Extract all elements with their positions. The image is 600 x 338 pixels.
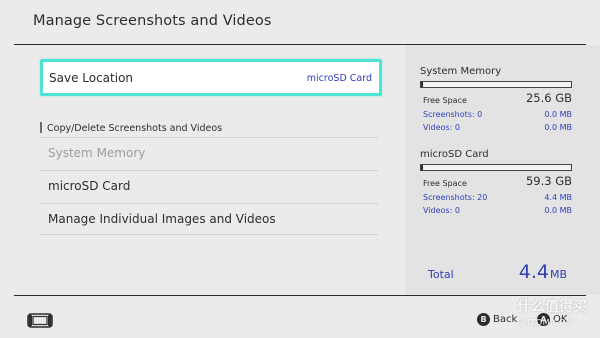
section-marker — [40, 122, 42, 133]
menu-item-system-memory[interactable]: System Memory — [40, 137, 378, 169]
menu-item-label: System Memory — [48, 146, 146, 160]
settings-list: Save Location microSD Card Copy/Delete S… — [0, 45, 406, 295]
save-location-option[interactable]: Save Location microSD Card — [40, 59, 382, 96]
free-space-value: 59.3 GB — [525, 174, 572, 188]
page-title: Manage Screenshots and Videos — [33, 13, 272, 29]
storage-microsd-card: microSD Card Free Space 59.3 GB Screensh… — [420, 149, 572, 217]
videos-count: Videos: 0 — [423, 123, 460, 132]
menu-item-microsd-card[interactable]: microSD Card — [40, 170, 378, 202]
storage-system-memory: System Memory Free Space 25.6 GB Screens… — [420, 66, 572, 134]
total-number: 4.4 — [518, 261, 549, 283]
screenshots-row: Screenshots: 0 0.0 MB — [420, 108, 572, 121]
total-label: Total — [428, 268, 454, 281]
b-button-icon: B — [477, 313, 490, 326]
storage-panel: System Memory Free Space 25.6 GB Screens… — [406, 45, 600, 295]
videos-row: Videos: 0 0.0 MB — [420, 121, 572, 134]
free-space-row: Free Space 25.6 GB — [420, 91, 572, 108]
menu-item-label: Manage Individual Images and Videos — [48, 212, 276, 226]
back-button[interactable]: B Back — [477, 313, 517, 326]
save-location-label: Save Location — [49, 71, 134, 85]
storage-usage-fill — [421, 82, 423, 87]
footer-divider — [14, 295, 586, 296]
section-header-copy-delete: Copy/Delete Screenshots and Videos — [40, 122, 222, 134]
section-title-text: Copy/Delete Screenshots and Videos — [47, 123, 223, 134]
storage-usage-fill — [421, 165, 423, 170]
total-value: 4.4MB — [519, 261, 567, 283]
free-space-row: Free Space 59.3 GB — [420, 174, 572, 191]
watermark-url: SMZDM.COM — [517, 318, 574, 327]
storage-name: System Memory — [420, 66, 502, 77]
header: Manage Screenshots and Videos — [0, 0, 600, 44]
menu-item-manage-individual[interactable]: Manage Individual Images and Videos — [40, 203, 378, 235]
screenshots-count: Screenshots: 20 — [423, 193, 488, 202]
screenshots-size: 0.0 MB — [544, 110, 572, 119]
storage-usage-bar — [420, 164, 572, 171]
free-space-label: Free Space — [423, 96, 467, 105]
free-space-label: Free Space — [423, 179, 467, 188]
videos-size: 0.0 MB — [544, 206, 572, 215]
videos-size: 0.0 MB — [544, 123, 572, 132]
screenshots-row: Screenshots: 20 4.4 MB — [420, 191, 572, 204]
console-icon — [27, 313, 53, 328]
storage-usage-bar — [420, 81, 572, 88]
videos-count: Videos: 0 — [423, 206, 460, 215]
back-label: Back — [493, 314, 518, 325]
menu-item-label: microSD Card — [48, 179, 131, 193]
total-unit: MB — [549, 268, 567, 281]
watermark-logo: 什么值得买 — [517, 299, 587, 315]
storage-name: microSD Card — [420, 149, 489, 160]
videos-row: Videos: 0 0.0 MB — [420, 204, 572, 217]
screenshots-count: Screenshots: 0 — [423, 110, 483, 119]
free-space-value: 25.6 GB — [525, 91, 572, 105]
save-location-value: microSD Card — [306, 73, 372, 84]
screenshots-size: 4.4 MB — [544, 193, 572, 202]
